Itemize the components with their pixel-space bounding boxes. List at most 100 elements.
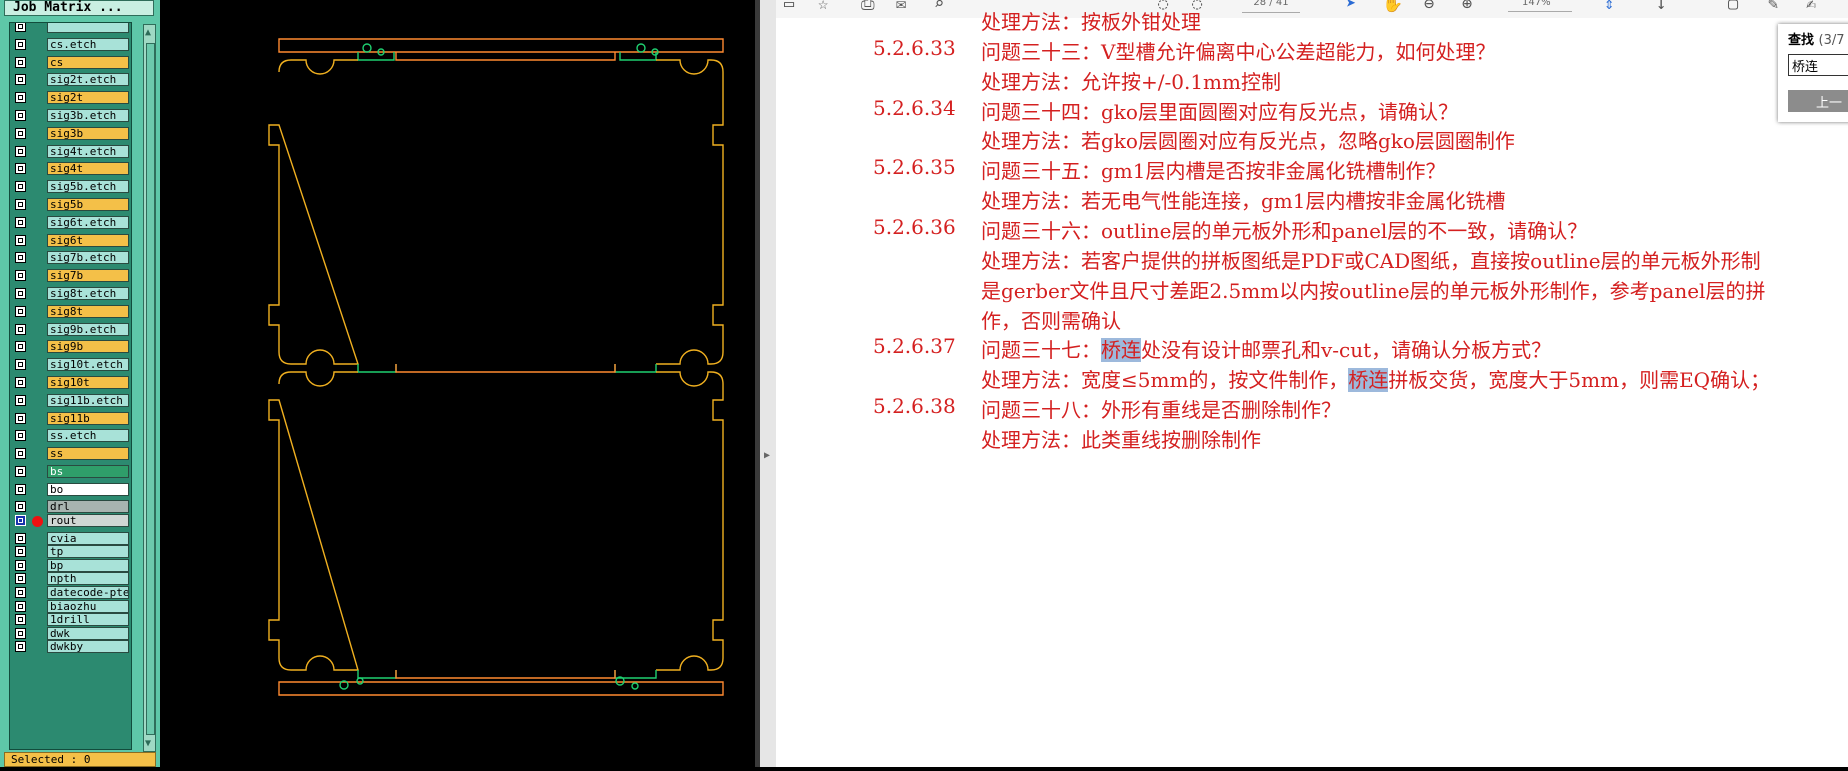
sign-icon[interactable]: ✍: [1806, 0, 1816, 14]
layer-checkbox[interactable]: [15, 377, 26, 388]
layer-checkbox[interactable]: [15, 163, 26, 175]
layer-name[interactable]: cs.etch: [47, 37, 129, 51]
layer-checkbox[interactable]: [15, 483, 26, 495]
layer-checkbox[interactable]: [15, 559, 26, 571]
layer-name[interactable]: 1drill: [47, 613, 129, 627]
layer-checkbox[interactable]: [15, 74, 26, 86]
comment-icon[interactable]: ▢: [1728, 0, 1738, 14]
hand-tool-icon[interactable]: ✋: [1382, 0, 1403, 14]
layer-list[interactable]: cs.etch cs sig2t.etch sig2t sig3b.etch sig3b s…: [9, 22, 132, 750]
scroll-thumb[interactable]: [146, 43, 155, 735]
layer-name[interactable]: sig4t: [47, 162, 129, 176]
layer-name[interactable]: sig8t.etch: [47, 287, 129, 300]
layer-name[interactable]: dwkby: [47, 640, 129, 654]
zoom-out-icon[interactable]: ⊖: [1424, 0, 1434, 14]
layer-checkbox[interactable]: [15, 448, 26, 460]
layer-name[interactable]: sig3b: [47, 126, 129, 140]
scroll-up-icon[interactable]: ▲: [145, 27, 151, 38]
layer-checkbox[interactable]: [15, 92, 26, 104]
layer-checkbox[interactable]: [15, 641, 26, 653]
page-fit-icon[interactable]: ⇕: [1604, 0, 1614, 14]
cad-view[interactable]: [160, 0, 755, 767]
job-matrix-title[interactable]: Job Matrix ...: [4, 0, 154, 16]
pen-icon[interactable]: ✎: [1768, 0, 1778, 14]
layer-name[interactable]: ss: [47, 447, 129, 461]
layer-checkbox[interactable]: [15, 288, 26, 299]
layer-checkbox[interactable]: [15, 56, 26, 68]
layer-name[interactable]: sig2t.etch: [47, 73, 129, 87]
layer-name[interactable]: cvia: [47, 531, 129, 545]
layer-checkbox[interactable]: [15, 600, 26, 612]
layer-checkbox[interactable]: [15, 627, 26, 639]
layer-checkbox[interactable]: [15, 573, 26, 585]
layer-checkbox[interactable]: [15, 216, 26, 228]
layer-name[interactable]: sig3b.etch: [47, 109, 129, 122]
layer-name[interactable]: dwk: [47, 626, 129, 640]
layer-checkbox[interactable]: [15, 515, 26, 526]
bookmark-star-icon[interactable]: ☆: [818, 0, 828, 14]
print-icon[interactable]: ⎙: [861, 0, 875, 14]
layer-checkbox[interactable]: [15, 412, 26, 424]
layer-name[interactable]: drl: [47, 500, 129, 514]
layer-checkbox[interactable]: [15, 323, 26, 335]
layer-checkbox[interactable]: [15, 145, 26, 157]
layer-checkbox[interactable]: [15, 587, 26, 598]
layer-name[interactable]: [47, 23, 129, 33]
layer-checkbox[interactable]: [15, 532, 26, 544]
layer-name[interactable]: tp: [47, 545, 129, 559]
layer-checkbox[interactable]: [15, 359, 26, 371]
layer-name[interactable]: sig7b.etch: [47, 251, 129, 265]
layer-name[interactable]: sig6t: [47, 233, 129, 247]
zoom-field[interactable]: 147%: [1508, 0, 1572, 12]
layer-checkbox[interactable]: [15, 466, 26, 477]
layer-name[interactable]: rout: [47, 514, 129, 527]
layer-checkbox[interactable]: [15, 110, 26, 121]
layer-checkbox[interactable]: [15, 305, 26, 317]
layer-name[interactable]: sig5b.etch: [47, 180, 129, 194]
layer-name[interactable]: ss.etch: [47, 429, 129, 443]
layer-checkbox[interactable]: [15, 127, 26, 139]
layer-name[interactable]: sig8t: [47, 304, 129, 318]
collapse-arrow-icon[interactable]: ▶: [764, 450, 770, 461]
layer-checkbox[interactable]: [15, 23, 26, 32]
layer-checkbox[interactable]: [15, 614, 26, 626]
layer-checkbox[interactable]: [15, 234, 26, 246]
layer-name[interactable]: sig5b: [47, 198, 129, 211]
scroll-down-icon[interactable]: ▼: [145, 738, 151, 749]
mail-icon[interactable]: ✉: [896, 0, 906, 14]
layer-name[interactable]: biaozhu: [47, 599, 129, 613]
layer-name[interactable]: npth: [47, 572, 129, 586]
layer-scrollbar[interactable]: ▲ ▼: [143, 24, 156, 752]
select-tool-icon[interactable]: ➤: [1346, 0, 1356, 14]
layer-checkbox[interactable]: [15, 430, 26, 442]
layer-name[interactable]: sig10t: [47, 376, 129, 389]
layer-checkbox[interactable]: [15, 341, 26, 353]
layer-name[interactable]: sig11b: [47, 411, 129, 425]
layer-name[interactable]: sig4t.etch: [47, 144, 129, 158]
save-icon[interactable]: ▭: [784, 0, 794, 14]
layer-name[interactable]: sig11b.etch: [47, 393, 129, 407]
find-prev-button[interactable]: 上一: [1788, 90, 1848, 112]
layer-name[interactable]: cs: [47, 55, 129, 69]
layer-name[interactable]: sig10t.etch: [47, 358, 129, 372]
scroll-mode-icon[interactable]: ↓: [1656, 0, 1666, 14]
layer-name[interactable]: bp: [47, 558, 129, 572]
layer-name[interactable]: sig2t: [47, 91, 129, 105]
layer-checkbox[interactable]: [15, 38, 26, 50]
layer-name[interactable]: sig7b: [47, 269, 129, 283]
layer-checkbox[interactable]: [15, 181, 26, 193]
layer-name[interactable]: sig9b.etch: [47, 322, 129, 336]
page-number-field[interactable]: 28 / 41: [1242, 0, 1300, 13]
find-input[interactable]: [1788, 54, 1848, 76]
layer-checkbox[interactable]: [15, 501, 26, 513]
layer-name[interactable]: bo: [47, 482, 129, 496]
layer-name[interactable]: bs: [47, 465, 129, 478]
layer-name[interactable]: sig9b: [47, 340, 129, 354]
layer-name[interactable]: datecode-pte: [47, 586, 129, 599]
search-icon[interactable]: ⌕: [934, 0, 944, 14]
layer-checkbox[interactable]: [15, 546, 26, 558]
layer-checkbox[interactable]: [15, 394, 26, 406]
layer-checkbox[interactable]: [15, 199, 26, 210]
layer-name[interactable]: sig6t.etch: [47, 215, 129, 229]
layer-checkbox[interactable]: [15, 252, 26, 264]
